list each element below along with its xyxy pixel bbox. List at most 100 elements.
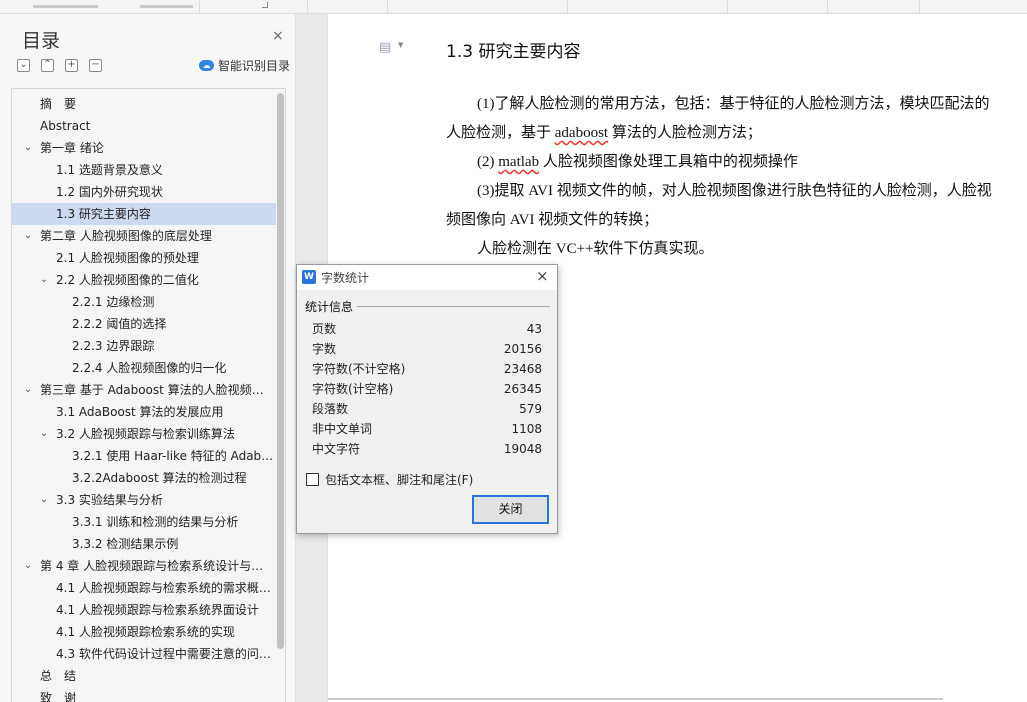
- toc-item-label: 致 谢: [40, 691, 77, 702]
- toc-item[interactable]: Abstract: [12, 115, 276, 137]
- chevron-down-icon[interactable]: ⌄: [22, 137, 34, 159]
- stats-table: 页数 43 字数 20156 字符数(不计空格) 23468 字符数(计空格) 26345 段落…: [312, 319, 542, 459]
- toc-item[interactable]: ⌄ 第 4 章 人脸视频跟踪与检索系统设计与…: [12, 555, 276, 577]
- toc-item[interactable]: 3.3.2 检测结果示例: [12, 533, 276, 555]
- toc-item-label: 第 4 章 人脸视频跟踪与检索系统设计与…: [40, 559, 264, 573]
- toolbar-segment: [728, 0, 828, 13]
- toc-item-label: 第一章 绪论: [40, 141, 104, 155]
- close-button[interactable]: 关闭: [472, 495, 549, 524]
- include-notes-checkbox[interactable]: [306, 473, 319, 486]
- toc-toolbar: ⌄ ⌃ + −: [17, 59, 102, 72]
- stat-value: 43: [526, 322, 542, 336]
- chevron-down-icon[interactable]: ⌄: [22, 555, 34, 577]
- stat-row: 页数 43: [312, 319, 542, 339]
- body-paragraph: (1)了解人脸检测的常用方法，包括：基于特征的人脸检测方法，模块匹配法的人脸检测…: [446, 90, 1002, 148]
- toc-item[interactable]: ⌄ 第三章 基于 Adaboost 算法的人脸视频…: [12, 379, 276, 401]
- toc-item[interactable]: 3.3.1 训练和检测的结果与分析: [12, 511, 276, 533]
- toc-item[interactable]: 1.3 研究主要内容: [12, 203, 276, 225]
- toc-item[interactable]: 摘 要: [12, 93, 276, 115]
- stat-value: 26345: [503, 382, 542, 396]
- toc-item[interactable]: 4.1 人脸视频跟踪与检索系统界面设计: [12, 599, 276, 621]
- toc-item-label: 4.3 软件代码设计过程中需要注意的问…: [56, 647, 271, 661]
- chevron-down-icon[interactable]: ⌄: [38, 269, 50, 291]
- collapse-icon[interactable]: ⌃: [41, 59, 54, 72]
- misspelled-word[interactable]: adaboost: [555, 125, 608, 141]
- stat-value: 579: [519, 402, 542, 416]
- toc-item[interactable]: 2.2.4 人脸视频图像的归一化: [12, 357, 276, 379]
- sidebar-close-icon[interactable]: ×: [272, 28, 284, 44]
- toc-item[interactable]: 2.2.1 边缘检测: [12, 291, 276, 313]
- toc-item[interactable]: ⌄ 第一章 绪论: [12, 137, 276, 159]
- toc-item-label: 第三章 基于 Adaboost 算法的人脸视频…: [40, 383, 264, 397]
- toc-item[interactable]: 1.1 选题背景及意义: [12, 159, 276, 181]
- stat-row: 中文字符 19048: [312, 439, 542, 459]
- toc-item-label: 1.1 选题背景及意义: [56, 163, 163, 177]
- chevron-down-icon[interactable]: ⌄: [22, 379, 34, 401]
- toc-item-label: 3.2 人脸视频跟踪与检索训练算法: [56, 427, 235, 441]
- stat-label: 字符数(计空格): [312, 382, 394, 396]
- wps-logo-icon: W: [302, 270, 316, 284]
- toc-item[interactable]: ⌄ 3.3 实验结果与分析: [12, 489, 276, 511]
- chevron-down-icon[interactable]: ⌄: [38, 489, 50, 511]
- remove-heading-icon[interactable]: −: [89, 59, 102, 72]
- expand-icon[interactable]: ⌄: [17, 59, 30, 72]
- toc-item[interactable]: 2.2.2 阈值的选择: [12, 313, 276, 335]
- toc-item-label: 3.2.1 使用 Haar-like 特征的 Adab…: [72, 449, 274, 463]
- toc-item[interactable]: ⌄ 2.2 人脸视频图像的二值化: [12, 269, 276, 291]
- toc-item[interactable]: 2.1 人脸视频图像的预处理: [12, 247, 276, 269]
- toc-item[interactable]: 3.1 AdaBoost 算法的发展应用: [12, 401, 276, 423]
- toc-item-label: 4.1 人脸视频跟踪与检索系统的需求概…: [56, 581, 271, 595]
- toolbar-segment: [0, 0, 200, 13]
- toc-item-label: 3.3.2 检测结果示例: [72, 537, 179, 551]
- toolbar-segment: [828, 0, 920, 13]
- misspelled-word[interactable]: matlab: [498, 154, 539, 170]
- body-paragraph: (3)提取 AVI 视频文件的帧，对人脸视频图像进行肤色特征的人脸检测，人脸视频…: [446, 183, 992, 228]
- dialog-launcher-icon[interactable]: [262, 2, 268, 8]
- stat-label: 中文字符: [312, 442, 361, 456]
- dialog-close-icon[interactable]: ×: [536, 267, 549, 285]
- stat-row: 字符数(不计空格) 23468: [312, 359, 542, 379]
- paragraph-settings-icon[interactable]: ▤: [379, 40, 391, 55]
- toc-scrollbar[interactable]: [277, 93, 284, 649]
- toc-item-label: 2.2.2 阈值的选择: [72, 317, 167, 331]
- group-divider: [357, 306, 550, 307]
- toc-item[interactable]: 致 谢: [12, 687, 276, 702]
- toc-item[interactable]: 1.2 国内外研究现状: [12, 181, 276, 203]
- add-heading-icon[interactable]: +: [65, 59, 78, 72]
- page-edge: [328, 698, 943, 700]
- paragraph-text: (2): [477, 154, 499, 170]
- toc-list: 摘 要 Abstract ⌄ 第一章 绪论 1.1 选题背景及意义 1.2 国内外研究现状…: [12, 93, 276, 702]
- toc-item[interactable]: 3.2.2Adaboost 算法的检测过程: [12, 467, 276, 489]
- toc-item[interactable]: 4.1 人脸视频跟踪与检索系统的需求概…: [12, 577, 276, 599]
- toc-item[interactable]: ⌄ 3.2 人脸视频跟踪与检索训练算法: [12, 423, 276, 445]
- word-count-dialog: W 字数统计 × 统计信息 页数 43 字数 20156 字符数(不计空格) 23468 字…: [296, 264, 558, 534]
- stat-row: 非中文单词 1108: [312, 419, 542, 439]
- toc-item-label: 2.2 人脸视频图像的二值化: [56, 273, 199, 287]
- toolbar-segment: [568, 0, 728, 13]
- toc-item-label: 总 结: [40, 669, 77, 683]
- chevron-down-icon[interactable]: ⌄: [38, 423, 50, 445]
- stats-group-label: 统计信息: [305, 300, 354, 314]
- stat-value: 23468: [503, 362, 542, 376]
- toc-item-label: 第二章 人脸视频图像的底层处理: [40, 229, 212, 243]
- toc-item[interactable]: 2.2.3 边界跟踪: [12, 335, 276, 357]
- toc-item[interactable]: 4.1 人脸视频跟踪检索系统的实现: [12, 621, 276, 643]
- toc-item[interactable]: 4.3 软件代码设计过程中需要注意的问…: [12, 643, 276, 665]
- include-notes-option[interactable]: 包括文本框、脚注和尾注(F): [306, 471, 473, 488]
- stat-label: 段落数: [312, 402, 349, 416]
- toc-item-label: 1.2 国内外研究现状: [56, 185, 163, 199]
- stat-label: 字符数(不计空格): [312, 362, 406, 376]
- dialog-titlebar[interactable]: W 字数统计 ×: [297, 265, 557, 290]
- toc-item[interactable]: ⌄ 第二章 人脸视频图像的底层处理: [12, 225, 276, 247]
- toc-item[interactable]: 总 结: [12, 665, 276, 687]
- chevron-down-icon[interactable]: ▼: [398, 41, 403, 49]
- chevron-down-icon[interactable]: ⌄: [22, 225, 34, 247]
- smart-toc-button[interactable]: ☁ 智能识别目录: [199, 57, 290, 74]
- toc-item-label: 2.2.3 边界跟踪: [72, 339, 155, 353]
- toc-item-label: 4.1 人脸视频跟踪检索系统的实现: [56, 625, 235, 639]
- stat-value: 1108: [511, 422, 542, 436]
- stat-value: 19048: [503, 442, 542, 456]
- dialog-title: 字数统计: [321, 271, 370, 285]
- stat-row: 字数 20156: [312, 339, 542, 359]
- toc-item[interactable]: 3.2.1 使用 Haar-like 特征的 Adab…: [12, 445, 276, 467]
